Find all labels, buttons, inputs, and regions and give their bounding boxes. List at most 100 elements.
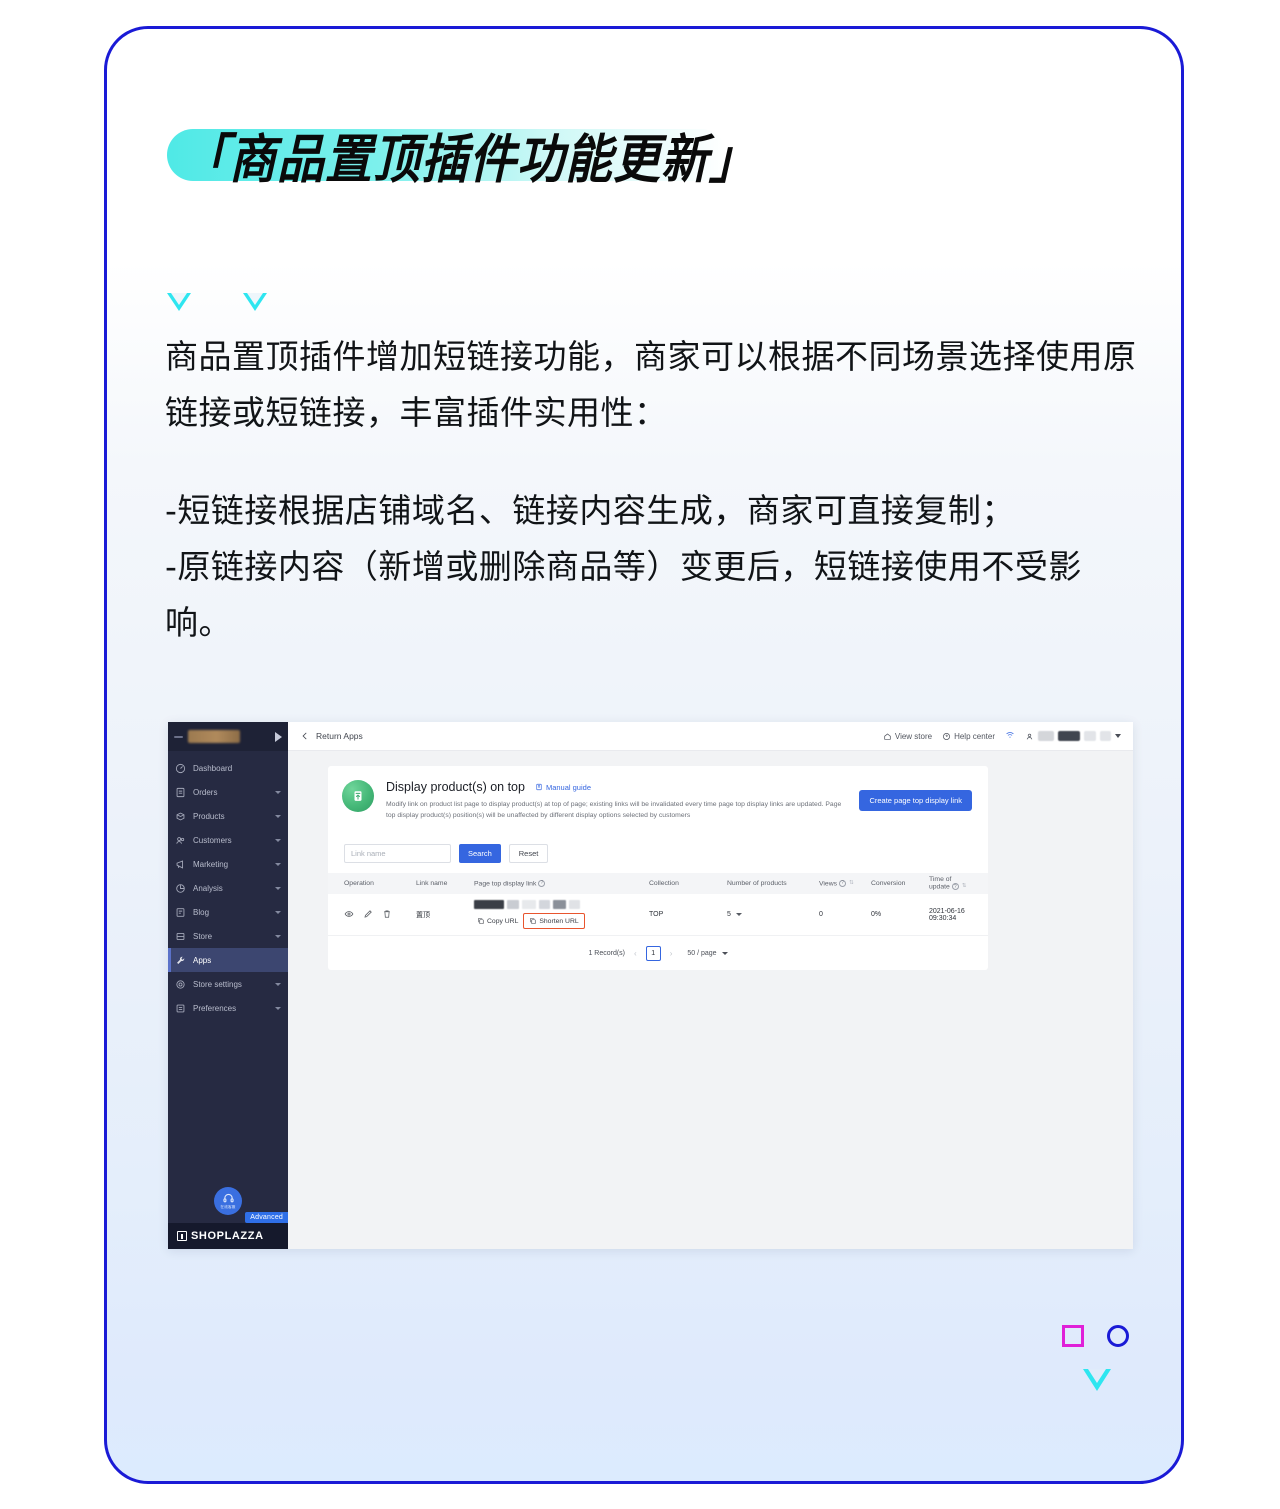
poster-body: 商品置顶插件增加短链接功能，商家可以根据不同场景选择使用原链接或短链接，丰富插件… bbox=[165, 329, 1145, 651]
search-button[interactable]: Search bbox=[459, 844, 501, 863]
user-icon bbox=[1026, 733, 1033, 739]
sidebar-item-dashboard[interactable]: Dashboard bbox=[168, 756, 288, 780]
sidebar-item-orders[interactable]: Orders bbox=[168, 780, 288, 804]
help-center-button[interactable]: Help center bbox=[942, 732, 995, 741]
sidebar-item-store[interactable]: Store bbox=[168, 924, 288, 948]
app-main: Return Apps View store Help center Displ… bbox=[288, 722, 1133, 1249]
gear-icon bbox=[175, 979, 186, 990]
sidebar-item-store-settings[interactable]: Store settings bbox=[168, 972, 288, 996]
view-store-button[interactable]: View store bbox=[883, 732, 932, 741]
row-time-of-update: 2021-06-16 09:30:34 bbox=[929, 907, 965, 922]
brand-name: SHOPLAZZA bbox=[191, 1230, 264, 1242]
chevron-down-icon bbox=[275, 886, 281, 890]
column-header-collection: Collection bbox=[649, 880, 679, 887]
sidebar-item-analysis[interactable]: Analysis bbox=[168, 876, 288, 900]
chevron-down-icon bbox=[275, 790, 281, 794]
column-header-time-of-update: Time of update? ⇅ bbox=[929, 876, 967, 891]
delete-trash-icon[interactable] bbox=[382, 909, 392, 921]
help-circle-icon[interactable]: ? bbox=[538, 879, 546, 887]
url-redacted bbox=[474, 900, 649, 909]
advanced-badge: Advanced bbox=[245, 1212, 288, 1223]
paragraph-2-line-1: -短链接根据店铺域名、链接内容生成，商家可直接复制； bbox=[165, 491, 1015, 530]
decoration-circle bbox=[1107, 1325, 1129, 1347]
sidebar-item-customers[interactable]: Customers bbox=[168, 828, 288, 852]
sidebar-store-switcher[interactable] bbox=[168, 722, 288, 751]
page-header: Display product(s) on top Manual guide M… bbox=[328, 766, 988, 835]
products-icon bbox=[175, 811, 186, 822]
prev-page-button[interactable]: ‹ bbox=[634, 949, 637, 958]
help-circle-icon bbox=[943, 732, 951, 740]
column-header-operation: Operation bbox=[344, 880, 374, 887]
shorten-url-label: Shorten URL bbox=[539, 917, 579, 925]
help-circle-icon[interactable]: ? bbox=[951, 883, 959, 891]
store-name-redacted bbox=[188, 730, 240, 743]
column-header-views: Views? ⇅ bbox=[819, 879, 854, 888]
product-count-select[interactable]: 5 bbox=[727, 911, 819, 918]
link-name-search-input[interactable] bbox=[344, 844, 451, 863]
sort-icon[interactable]: ⇅ bbox=[962, 884, 967, 890]
preview-eye-icon[interactable] bbox=[344, 909, 354, 921]
triangle-down-icon bbox=[243, 293, 267, 311]
row-operations bbox=[344, 909, 416, 921]
book-icon bbox=[536, 783, 542, 791]
help-circle-icon[interactable]: ? bbox=[839, 879, 847, 887]
sidebar-label: Blog bbox=[193, 907, 210, 917]
chevron-down-icon bbox=[721, 951, 728, 955]
support-label: 在线客服 bbox=[220, 1205, 236, 1209]
sidebar-item-preferences[interactable]: Preferences bbox=[168, 996, 288, 1020]
store-icon bbox=[175, 931, 186, 942]
operation-icon-group bbox=[344, 909, 416, 921]
customers-icon bbox=[175, 835, 186, 846]
arrow-left-icon bbox=[302, 732, 307, 740]
column-header-conversion: Conversion bbox=[871, 880, 906, 887]
triangle-markers bbox=[167, 293, 267, 311]
embedded-app-screenshot: Dashboard Orders Products Customers Mark… bbox=[168, 722, 1133, 1249]
online-support-button[interactable]: 在线客服 bbox=[214, 1187, 242, 1215]
network-status-button[interactable] bbox=[1005, 730, 1015, 742]
copy-url-label: Copy URL bbox=[487, 917, 519, 925]
menu-dash-icon bbox=[174, 735, 183, 738]
sidebar-item-marketing[interactable]: Marketing bbox=[168, 852, 288, 876]
sidebar-label: Apps bbox=[193, 955, 212, 965]
username-redacted bbox=[1058, 731, 1080, 741]
chevron-down-icon bbox=[275, 862, 281, 866]
chevron-down-icon bbox=[275, 982, 281, 986]
poster-title: 「商品置顶插件功能更新」 bbox=[167, 121, 757, 190]
table-header-row: Operation Link name Page top display lin… bbox=[328, 873, 988, 894]
sidebar-item-blog[interactable]: Blog bbox=[168, 900, 288, 924]
reset-button[interactable]: Reset bbox=[508, 844, 549, 863]
row-conversion: 0% bbox=[871, 911, 882, 918]
username-redacted bbox=[1084, 731, 1096, 741]
copy-url-button[interactable]: Copy URL bbox=[474, 915, 521, 927]
create-page-top-display-link-button[interactable]: Create page top display link bbox=[859, 790, 972, 811]
analysis-icon bbox=[175, 883, 186, 894]
upload-top-icon bbox=[354, 791, 362, 801]
sidebar-nav: Dashboard Orders Products Customers Mark… bbox=[168, 751, 288, 1020]
sidebar-label: Store bbox=[193, 931, 213, 941]
title-text: 「商品置顶插件功能更新」 bbox=[181, 128, 757, 191]
next-page-button[interactable]: › bbox=[670, 949, 673, 958]
manual-guide-link[interactable]: Manual guide bbox=[535, 783, 591, 792]
username-redacted bbox=[1038, 731, 1054, 741]
edit-pencil-icon[interactable] bbox=[363, 909, 373, 921]
shorten-url-button[interactable]: Shorten URL bbox=[523, 913, 585, 929]
collapse-arrow-icon[interactable] bbox=[275, 731, 282, 742]
sort-icon[interactable]: ⇅ bbox=[849, 880, 854, 886]
current-page-number[interactable]: 1 bbox=[645, 945, 661, 961]
row-number-of-products[interactable]: 5 bbox=[727, 911, 819, 918]
paragraph-2-line-2: -原链接内容（新增或删除商品等）变更后，短链接使用不受影响。 bbox=[165, 547, 1082, 642]
sidebar-item-apps[interactable]: Apps bbox=[168, 948, 288, 972]
sidebar-item-products[interactable]: Products bbox=[168, 804, 288, 828]
sidebar-label: Products bbox=[193, 811, 225, 821]
page-size-select[interactable]: 50 / page bbox=[687, 950, 728, 957]
sidebar-label: Customers bbox=[193, 835, 232, 845]
shoplazza-logo: SHOPLAZZA bbox=[168, 1223, 288, 1249]
user-account-menu[interactable] bbox=[1025, 731, 1121, 741]
table-row: 置顶 Copy URL Shorten URL TOP 5 0 0% 2021-… bbox=[328, 894, 988, 936]
chevron-down-icon bbox=[275, 838, 281, 842]
chevron-down-icon bbox=[275, 814, 281, 818]
sidebar-label: Analysis bbox=[193, 883, 223, 893]
return-apps-button[interactable]: Return Apps bbox=[300, 731, 363, 741]
page-title: Display product(s) on top bbox=[386, 780, 525, 794]
